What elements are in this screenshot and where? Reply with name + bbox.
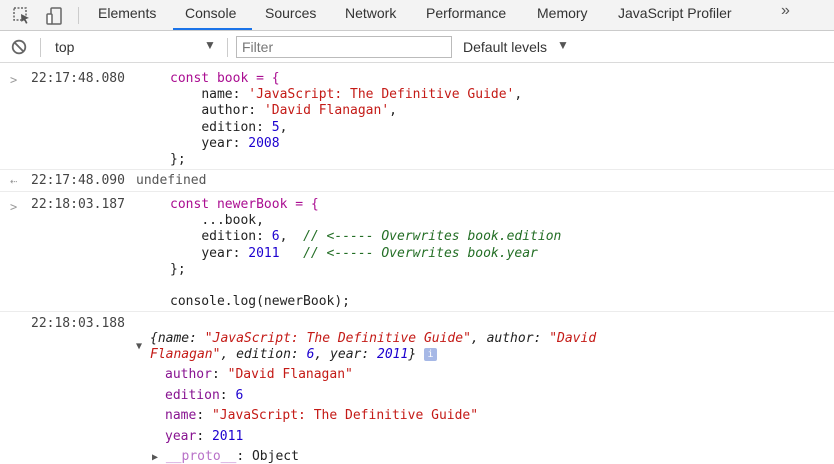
expand-triangle-icon[interactable]: ▶ — [152, 452, 158, 463]
code-line: const book = { — [170, 71, 280, 86]
number-value: 6 — [271, 229, 280, 245]
property-key: edition — [201, 229, 257, 245]
console-input-entry: > 22:17:48.080 const book = { name: 'Jav… — [0, 63, 834, 169]
property-key: year — [165, 429, 197, 444]
code-line: }; — [170, 261, 186, 277]
property-key: year — [201, 135, 233, 151]
string-value: "JavaScript: The Definitive Guide" — [204, 331, 471, 346]
console-result-entry: ⇠ 22:17:48.090 undefined — [0, 169, 834, 191]
number-value: 2011 — [248, 245, 280, 261]
property-key: year — [330, 347, 362, 362]
code-block: const book = { name: 'JavaScript: The De… — [170, 71, 523, 168]
console-toolbar: top ▼ Default levels ▼ — [0, 31, 834, 63]
string-value: 'JavaScript: The Definitive Guide' — [248, 87, 515, 103]
code-line: }; — [170, 152, 186, 168]
property-key: name — [165, 408, 197, 423]
clear-console-icon[interactable] — [11, 39, 27, 55]
object-prototype-row[interactable]: ▶ __proto__: Object — [152, 449, 299, 464]
console-output: > 22:17:48.080 const book = { name: 'Jav… — [0, 63, 834, 464]
devtools-tab-bar: Elements Console Sources Network Perform… — [0, 0, 834, 31]
active-tab-indicator — [173, 28, 252, 30]
inspect-element-icon[interactable] — [12, 6, 32, 26]
tab-memory[interactable]: Memory — [537, 0, 588, 30]
number-value: 5 — [271, 119, 280, 135]
property-key: name — [201, 87, 233, 103]
console-input-entry: > 22:18:03.187 const newerBook = { ...bo… — [0, 191, 834, 311]
code-line: ...book, — [201, 213, 264, 229]
timestamp: 22:17:48.090 — [31, 173, 125, 188]
more-tabs-button[interactable]: » — [781, 2, 790, 20]
property-key: __proto__ — [165, 449, 237, 464]
property-key: edition — [236, 347, 291, 362]
number-value: 6 — [235, 388, 244, 403]
object-property: edition: 6 — [165, 388, 244, 403]
code-comment: // <----- Overwrites book.edition — [303, 229, 562, 245]
code-line: console.log(newerBook); — [170, 294, 351, 310]
tab-network[interactable]: Network — [345, 0, 396, 30]
toolbar-divider — [78, 7, 79, 24]
code-block: const newerBook = { ...book, edition: 6,… — [170, 197, 562, 310]
timestamp: 22:17:48.080 — [31, 71, 125, 86]
string-value: "David Flanagan" — [227, 367, 353, 382]
object-property: year: 2011 — [165, 429, 244, 444]
property-key: author — [486, 331, 534, 346]
number-value: 2011 — [377, 347, 409, 362]
chevron-down-icon[interactable]: ▼ — [557, 38, 569, 52]
number-value: 6 — [306, 347, 315, 362]
filter-input[interactable] — [236, 36, 452, 58]
device-toolbar-icon[interactable] — [45, 6, 65, 26]
property-key: edition — [201, 119, 257, 135]
toolbar-divider — [227, 38, 228, 57]
object-property: name: "JavaScript: The Definitive Guide" — [165, 408, 479, 423]
property-key: year — [201, 245, 233, 261]
tab-elements[interactable]: Elements — [98, 0, 156, 30]
string-value: "JavaScript: The Definitive Guide" — [211, 408, 479, 423]
property-key: author — [165, 367, 212, 382]
number-value: 2008 — [248, 135, 280, 151]
tab-javascript-profiler[interactable]: JavaScript Profiler — [618, 0, 732, 30]
property-key: edition — [165, 388, 220, 403]
timestamp: 22:18:03.187 — [31, 197, 125, 212]
tab-performance[interactable]: Performance — [426, 0, 506, 30]
timestamp: 22:18:03.188 — [31, 316, 125, 331]
result-arrow-icon: ⇠ — [10, 174, 18, 188]
collapse-triangle-icon[interactable]: ▼ — [136, 341, 142, 352]
result-value: undefined — [136, 173, 207, 188]
prototype-value: Object — [251, 449, 299, 464]
context-selector[interactable]: top — [55, 39, 74, 55]
string-value: 'David Flanagan' — [263, 103, 390, 119]
property-key: name — [157, 331, 190, 346]
log-levels-dropdown[interactable]: Default levels — [463, 39, 547, 55]
info-icon[interactable]: i — [423, 348, 437, 361]
property-key: author — [201, 103, 249, 119]
input-prompt-icon: > — [10, 73, 18, 87]
tab-console[interactable]: Console — [185, 0, 236, 30]
tab-sources[interactable]: Sources — [265, 0, 316, 30]
toolbar-divider — [40, 38, 41, 57]
input-prompt-icon: > — [10, 200, 18, 214]
object-preview[interactable]: {name: "JavaScript: The Definitive Guide… — [150, 331, 670, 363]
code-line: const newerBook = { — [170, 197, 319, 212]
object-property: author: "David Flanagan" — [165, 367, 353, 382]
number-value: 2011 — [211, 429, 244, 444]
code-comment: // <----- Overwrites book.year — [303, 245, 538, 261]
console-log-entry: 22:18:03.188 ▼ {name: "JavaScript: The D… — [0, 311, 834, 464]
chevron-down-icon[interactable]: ▼ — [204, 38, 216, 52]
